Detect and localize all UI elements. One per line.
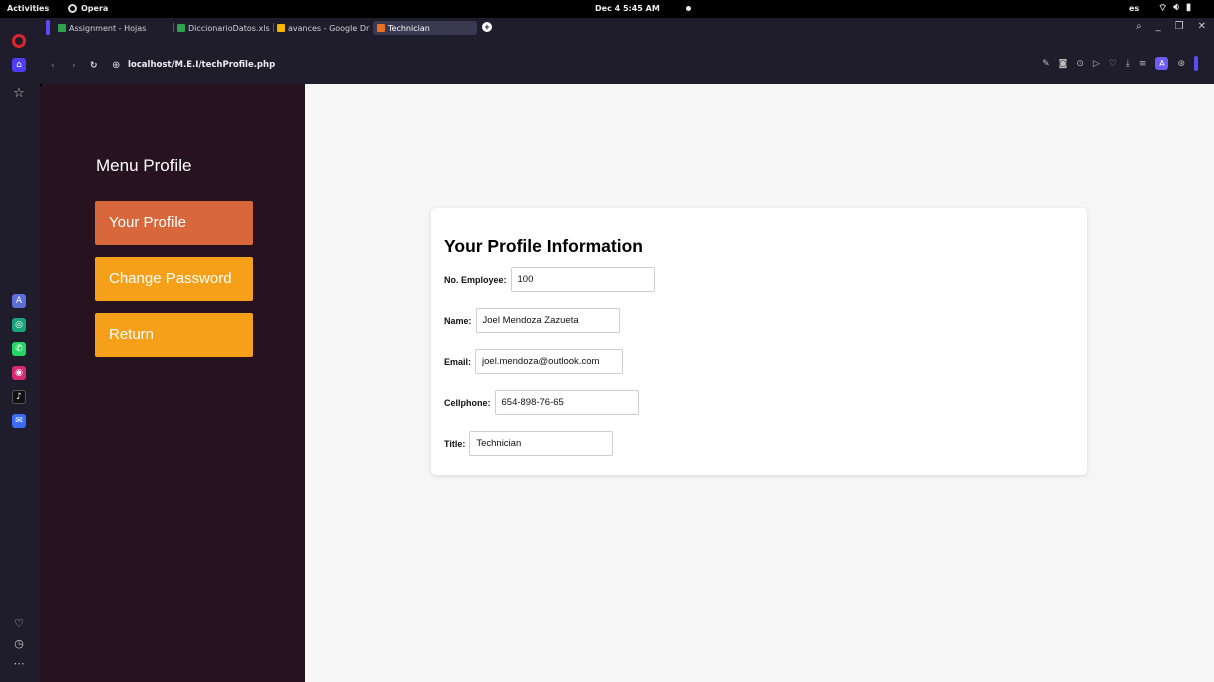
change-password-button[interactable]: Change Password — [95, 257, 253, 301]
system-tray[interactable]: ⌔ 🔉︎ ▮ — [1158, 2, 1191, 15]
minimize-icon[interactable]: _ — [1156, 21, 1161, 32]
favorite-icon[interactable]: ♡ — [1109, 59, 1117, 69]
tab-technician[interactable]: Technician — [373, 21, 477, 35]
play-icon[interactable]: ▷ — [1093, 59, 1100, 69]
vpn-icon[interactable]: ⊙ — [1076, 59, 1084, 69]
name-field: Name: — [444, 308, 620, 333]
messenger-icon[interactable]: ✉ — [12, 414, 26, 428]
site-favicon-icon — [377, 24, 385, 32]
email-label: Email: — [444, 356, 472, 367]
maximize-icon[interactable]: ❐ — [1175, 21, 1184, 32]
forward-icon[interactable]: › — [72, 61, 76, 71]
system-clock[interactable]: Dec 4 5:45 AM — [595, 4, 660, 13]
tab-label: DiccionarioDatos.xls — [188, 23, 270, 33]
search-tabs-icon[interactable]: ⌕ — [1136, 21, 1142, 32]
site-info-icon[interactable]: ⊕ — [112, 60, 120, 71]
profile-avatar[interactable]: A — [1155, 57, 1169, 70]
whatsapp-icon[interactable]: ✆ — [12, 342, 26, 356]
history-icon[interactable]: ◷ — [12, 636, 26, 650]
sheets-icon — [58, 24, 66, 32]
tab-separator — [173, 23, 174, 32]
back-icon[interactable]: ‹ — [51, 61, 55, 71]
name-input[interactable] — [475, 308, 620, 333]
cellphone-label: Cellphone: — [444, 397, 491, 408]
reload-icon[interactable]: ↻ — [90, 61, 98, 71]
tab-separator — [273, 23, 274, 32]
cellphone-input[interactable] — [494, 390, 639, 415]
app-menu[interactable]: Opera — [68, 4, 108, 13]
profile-card: Your Profile Information No. Employee: N… — [431, 208, 1087, 475]
page-viewport: Menu Profile Your Profile Change Passwor… — [40, 84, 1214, 682]
activities-button[interactable]: Activities — [7, 4, 49, 13]
more-icon[interactable]: ⋯ — [12, 656, 26, 670]
employee-label: No. Employee: — [444, 274, 507, 285]
system-top-bar: Activities Opera Dec 4 5:45 AM es ⌔ 🔉︎ ▮ — [0, 0, 1214, 18]
employee-input[interactable] — [510, 267, 655, 292]
tab-label: Technician — [388, 23, 430, 33]
address-bar: ‹ › ↻ ⊕ localhost/M.E.I/techProfile.php … — [40, 36, 1214, 84]
email-field: Email: — [444, 349, 624, 374]
instagram-icon[interactable]: ◉ — [12, 366, 26, 380]
language-indicator[interactable]: es — [1129, 4, 1139, 13]
menu-title: Menu Profile — [96, 156, 192, 175]
title-field: Title: — [444, 431, 614, 456]
your-profile-button[interactable]: Your Profile — [95, 201, 253, 245]
address-bar-tools: ✎ ◙ ⊙ ▷ ♡ ⤓ ≡ A ⊛ — [1042, 56, 1198, 71]
download-icon[interactable]: ⤓ — [1126, 59, 1130, 69]
sheets-icon — [177, 24, 185, 32]
aria-icon[interactable]: A — [12, 294, 26, 308]
volume-icon: 🔉︎ — [1173, 2, 1180, 13]
tab-label: avances - Google Dr — [288, 23, 370, 33]
chatgpt-icon[interactable]: ◎ — [12, 318, 26, 332]
easy-setup-icon[interactable]: ≡ — [1139, 59, 1147, 69]
tab-assignment[interactable]: Assignment - Hojas — [58, 21, 172, 35]
cellphone-field: Cellphone: — [444, 390, 639, 415]
tab-diccionario[interactable]: DiccionarioDatos.xls — [177, 21, 272, 35]
camera-icon[interactable]: ◙ — [1059, 59, 1068, 69]
profile-title: Your Profile Information — [444, 236, 643, 256]
app-name: Opera — [81, 4, 109, 13]
wifi-icon: ⌔ — [1158, 3, 1168, 14]
star-icon[interactable]: ☆ — [12, 86, 26, 101]
opera-app-icon — [68, 4, 77, 13]
edit-icon[interactable]: ✎ — [1042, 59, 1050, 69]
url-field[interactable]: localhost/M.E.I/techProfile.php — [128, 60, 275, 70]
name-label: Name: — [444, 315, 472, 326]
notification-dot-icon — [686, 6, 691, 11]
workspace-indicator — [46, 20, 50, 35]
tab-avances[interactable]: avances - Google Dr — [277, 21, 371, 35]
browser-sidebar: ⌂ ☆ A ◎ ✆ ◉ ♪ ✉ ♡ ◷ ⋯ — [0, 18, 40, 682]
opera-logo-icon[interactable] — [12, 34, 26, 48]
profile-menu-sidebar: Menu Profile Your Profile Change Passwor… — [40, 84, 305, 682]
close-icon[interactable]: ✕ — [1198, 21, 1206, 32]
tab-label: Assignment - Hojas — [69, 23, 147, 33]
email-input[interactable] — [475, 349, 624, 374]
extensions-icon[interactable]: ⊛ — [1177, 59, 1185, 69]
title-label: Title: — [444, 438, 466, 449]
home-icon[interactable]: ⌂ — [12, 58, 26, 72]
new-tab-plus-icon[interactable]: + — [482, 22, 492, 32]
sidebar-accent — [1194, 56, 1198, 71]
google-drive-icon — [277, 24, 285, 32]
tab-strip: Assignment - Hojas DiccionarioDatos.xls … — [40, 18, 1214, 36]
employee-field: No. Employee: — [444, 267, 655, 292]
tiktok-icon[interactable]: ♪ — [12, 390, 26, 404]
return-button[interactable]: Return — [95, 313, 253, 357]
window-controls: ⌕ _ ❐ ✕ — [1136, 21, 1206, 32]
heart-icon[interactable]: ♡ — [12, 616, 26, 630]
battery-icon: ▮ — [1185, 2, 1192, 13]
title-input[interactable] — [469, 431, 614, 456]
